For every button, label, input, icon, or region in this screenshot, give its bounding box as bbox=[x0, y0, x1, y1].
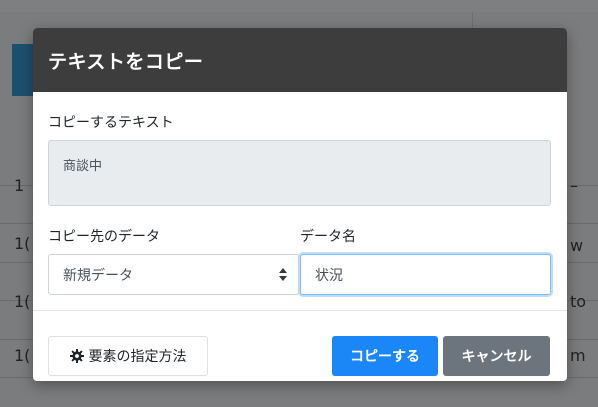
sort-arrows-icon bbox=[278, 267, 288, 283]
gear-icon bbox=[69, 349, 84, 363]
data-name-input[interactable] bbox=[300, 254, 551, 295]
dialog-header: テキストをコピー bbox=[33, 28, 567, 92]
cancel-button[interactable]: キャンセル bbox=[443, 336, 550, 376]
data-name-group: データ名 bbox=[300, 226, 551, 295]
copy-button[interactable]: コピーする bbox=[332, 336, 438, 376]
copy-text-field: 商談中 bbox=[48, 140, 551, 206]
dialog-footer: 要素の指定方法 コピーする キャンセル bbox=[33, 310, 567, 381]
element-method-button[interactable]: 要素の指定方法 bbox=[48, 336, 208, 376]
dialog-title: テキストをコピー bbox=[48, 50, 204, 73]
destination-label: コピー先のデータ bbox=[48, 229, 160, 245]
data-name-label: データ名 bbox=[300, 229, 356, 245]
copy-text-dialog: テキストをコピー コピーするテキスト 商談中 コピー先のデータ 新規データ デー… bbox=[33, 28, 567, 381]
dialog-body: コピーするテキスト 商談中 コピー先のデータ 新規データ データ名 bbox=[33, 92, 567, 295]
destination-select[interactable]: 新規データ bbox=[48, 254, 299, 295]
element-method-label: 要素の指定方法 bbox=[88, 349, 187, 365]
destination-selected-value: 新規データ bbox=[63, 267, 133, 284]
destination-group: コピー先のデータ 新規データ bbox=[48, 226, 300, 295]
destination-row: コピー先のデータ 新規データ データ名 bbox=[48, 226, 551, 295]
copy-text-label: コピーするテキスト bbox=[48, 115, 174, 131]
